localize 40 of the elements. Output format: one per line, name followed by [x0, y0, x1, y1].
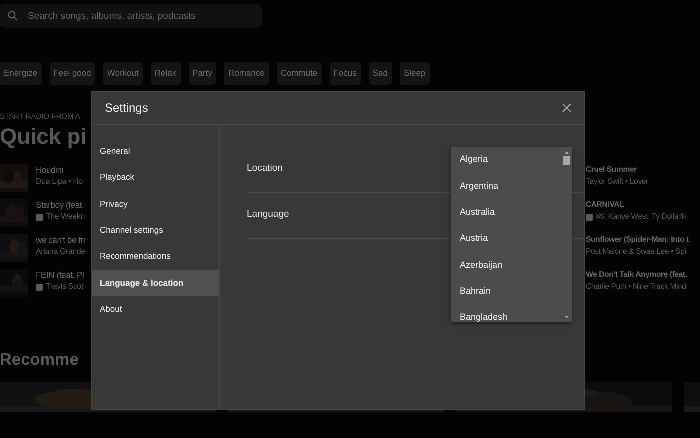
dropdown-option[interactable]: Argentina — [460, 173, 562, 200]
settings-nav-item[interactable]: Privacy — [92, 190, 219, 218]
setting-label: Location — [247, 162, 283, 176]
settings-nav-item[interactable]: Channel settings — [92, 217, 219, 244]
mood-chip[interactable]: Commute — [276, 62, 322, 85]
mood-chip[interactable]: Romance — [224, 62, 269, 85]
song-title[interactable]: Houdini — [36, 164, 83, 176]
mood-chip[interactable]: Workout — [103, 62, 143, 85]
dropdown-option[interactable]: Austria — [460, 226, 562, 252]
dropdown-option[interactable]: Australia — [460, 200, 562, 226]
dropdown-option[interactable]: Azerbaijan — [460, 252, 562, 278]
settings-nav-item[interactable]: Language & location — [92, 270, 219, 296]
search-icon — [8, 11, 18, 21]
mood-chip[interactable]: Sleep — [400, 62, 430, 85]
song-subtitle: The Weekn — [46, 211, 85, 223]
mood-chip[interactable]: Sad — [368, 62, 392, 85]
mood-chip[interactable]: Focus — [330, 62, 361, 85]
settings-nav-item[interactable]: About — [92, 296, 219, 323]
mood-chip[interactable]: Energize — [0, 62, 42, 85]
song-title[interactable]: Starboy (feat. — [36, 199, 85, 211]
song-title[interactable]: FEIN (feat. Pl — [36, 269, 84, 281]
mood-chip[interactable]: Feel good — [50, 62, 96, 85]
setting-label: Language — [247, 208, 290, 222]
song-title[interactable]: we can't be fri — [36, 234, 86, 246]
song-subtitle: Ariana Grande — [36, 246, 86, 258]
close-icon[interactable] — [562, 103, 572, 113]
dropdown-option[interactable]: Bangladesh — [460, 304, 562, 322]
section-title: Recomme — [0, 350, 79, 371]
settings-nav-item[interactable]: Recommendations — [92, 244, 219, 270]
song-subtitle: Travis Scot — [46, 281, 84, 293]
dialog-title: Settings — [105, 100, 148, 117]
dropdown-option[interactable]: Algeria — [460, 147, 562, 174]
search-field[interactable]: Search songs, albums, artists, podcasts — [0, 4, 262, 28]
mood-chip[interactable]: Party — [188, 62, 216, 85]
section-title: Quick pi — [0, 123, 87, 151]
mood-chip[interactable]: Relax — [150, 62, 181, 85]
settings-nav-item[interactable]: Playback — [92, 164, 219, 191]
dropdown-option[interactable]: Bahrain — [460, 278, 562, 305]
song-subtitle: Dua Lipa • Ho — [36, 176, 83, 188]
settings-nav-item[interactable]: General — [92, 138, 219, 164]
